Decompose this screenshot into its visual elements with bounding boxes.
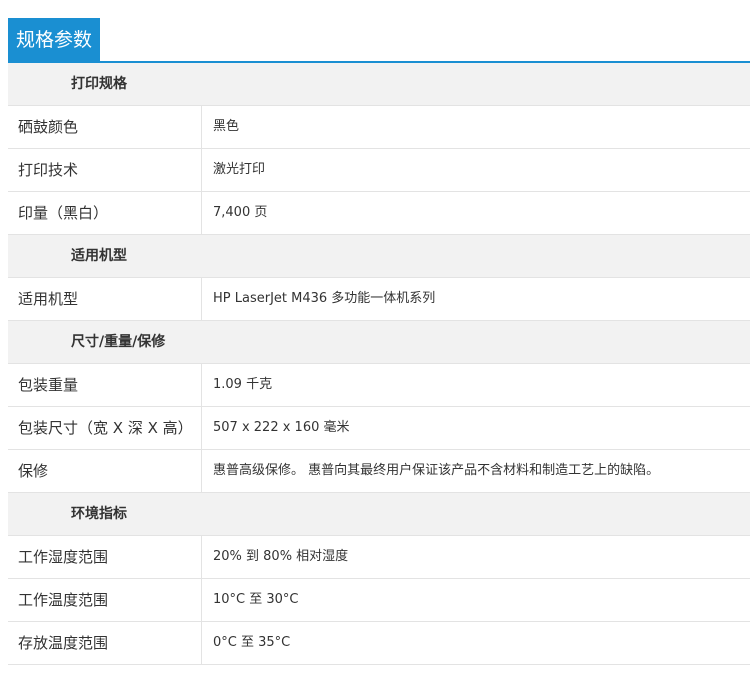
spec-value: 7,400 页 xyxy=(213,205,268,220)
spec-label: 适用机型 xyxy=(8,278,202,320)
spec-label: 印量（黑白） xyxy=(8,192,202,234)
spec-row-page-yield: 印量（黑白） 7,400 页 xyxy=(8,192,750,235)
spec-label: 包装重量 xyxy=(8,364,202,406)
spec-value: 激光打印 xyxy=(213,162,266,177)
section-header-environment: 环境指标 xyxy=(8,493,750,536)
section-header-print-specs: 打印规格 xyxy=(8,63,750,106)
spec-row-package-weight: 包装重量 1.09 千克 xyxy=(8,364,750,407)
spec-row-operating-humidity: 工作湿度范围 20% 到 80% 相对湿度 xyxy=(8,536,750,579)
section-title: 尺寸/重量/保修 xyxy=(71,334,166,350)
spec-label: 保修 xyxy=(8,450,202,492)
section-title: 环境指标 xyxy=(71,506,127,522)
section-title: 适用机型 xyxy=(71,248,127,264)
spec-label: 硒鼓颜色 xyxy=(8,106,202,148)
spec-row-print-technology: 打印技术 激光打印 xyxy=(8,149,750,192)
spec-table: 打印规格 硒鼓颜色 黑色 打印技术 激光打印 印量（黑白） 7,400 页 适用… xyxy=(8,63,750,665)
section-header-compatible-models: 适用机型 xyxy=(8,235,750,278)
spec-row-storage-temperature: 存放温度范围 0°C 至 35°C xyxy=(8,622,750,665)
spec-label: 打印技术 xyxy=(8,149,202,191)
spec-row-toner-color: 硒鼓颜色 黑色 xyxy=(8,106,750,149)
spec-row-compatible-models: 适用机型 HP LaserJet M436 多功能一体机系列 xyxy=(8,278,750,321)
spec-value: 0°C 至 35°C xyxy=(213,635,291,650)
spec-row-package-dimensions: 包装尺寸（宽 X 深 X 高） 507 x 222 x 160 毫米 xyxy=(8,407,750,450)
spec-header: 规格参数 xyxy=(8,0,750,63)
spec-row-operating-temperature: 工作温度范围 10°C 至 30°C xyxy=(8,579,750,622)
spec-value: 507 x 222 x 160 毫米 xyxy=(213,420,350,435)
spec-label: 包装尺寸（宽 X 深 X 高） xyxy=(8,407,202,449)
section-header-size-weight-warranty: 尺寸/重量/保修 xyxy=(8,321,750,364)
spec-label: 存放温度范围 xyxy=(8,622,202,664)
spec-label: 工作湿度范围 xyxy=(8,536,202,578)
spec-value: 20% 到 80% 相对湿度 xyxy=(213,549,349,564)
spec-value: 1.09 千克 xyxy=(213,377,273,392)
spec-value: 10°C 至 30°C xyxy=(213,592,299,607)
section-title: 打印规格 xyxy=(71,76,127,92)
spec-value: 惠普高级保修。 惠普向其最终用户保证该产品不含材料和制造工艺上的缺陷。 xyxy=(213,463,660,478)
spec-label: 工作温度范围 xyxy=(8,579,202,621)
spec-row-warranty: 保修 惠普高级保修。 惠普向其最终用户保证该产品不含材料和制造工艺上的缺陷。 xyxy=(8,450,750,493)
spec-value: HP LaserJet M436 多功能一体机系列 xyxy=(213,291,436,306)
spec-title-tab: 规格参数 xyxy=(8,18,100,62)
spec-value: 黑色 xyxy=(213,119,240,134)
